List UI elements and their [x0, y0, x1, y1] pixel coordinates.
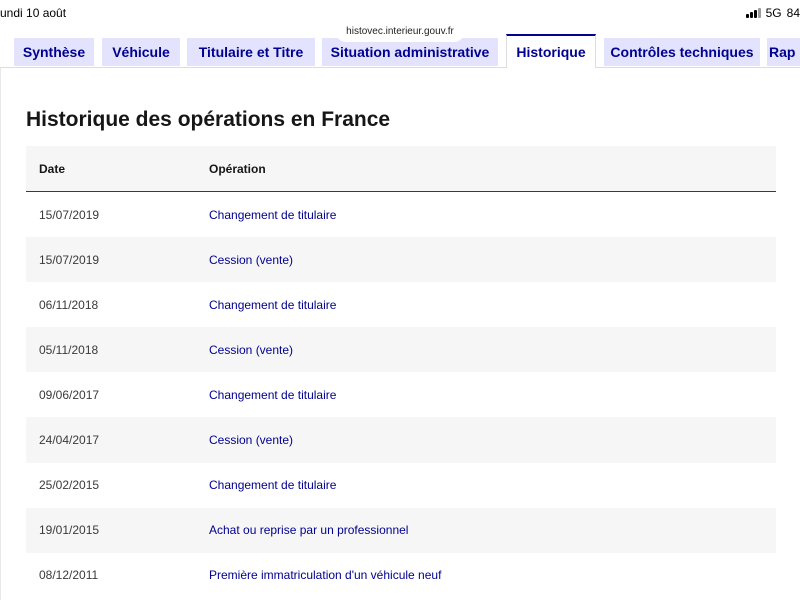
row-date: 19/01/2015: [39, 523, 100, 538]
row-operation-link[interactable]: Changement de titulaire: [209, 208, 776, 222]
status-indicators: 5G 84: [745, 6, 800, 20]
row-operation-link[interactable]: Cession (vente): [209, 253, 776, 267]
battery-level: 84: [786, 6, 800, 20]
row-operation-link[interactable]: Cession (vente): [209, 343, 776, 357]
row-operation-link[interactable]: Achat ou reprise par un professionnel: [209, 523, 776, 537]
tab-rapport[interactable]: Rap: [767, 38, 800, 66]
cellular-signal-icon: [745, 8, 761, 18]
row-operation-link[interactable]: Cession (vente): [209, 433, 776, 447]
tab-historique[interactable]: Historique: [506, 34, 596, 68]
row-operation-link[interactable]: Changement de titulaire: [209, 298, 776, 312]
table-row: 05/11/2018 Cession (vente): [26, 327, 776, 373]
row-date: 09/06/2017: [39, 387, 100, 402]
table-row: 15/07/2019 Cession (vente): [26, 237, 776, 283]
address-bar[interactable]: histovec.interieur.gouv.fr: [336, 22, 464, 42]
network-type: 5G: [765, 6, 782, 20]
row-operation-link[interactable]: Première immatriculation d'un véhicule n…: [209, 568, 776, 582]
table-row: 15/07/2019 Changement de titulaire: [26, 192, 776, 237]
row-date: 24/04/2017: [39, 433, 100, 448]
header-date: Date: [39, 161, 66, 176]
table-row: 08/12/2011 Première immatriculation d'un…: [26, 553, 776, 598]
table-body: 15/07/2019 Changement de titulaire 15/07…: [26, 192, 776, 598]
table-row: 25/02/2015 Changement de titulaire: [26, 463, 776, 508]
row-date: 06/11/2018: [39, 297, 99, 312]
row-date: 25/02/2015: [39, 478, 100, 493]
header-operation: Opération: [209, 161, 266, 176]
row-date: 05/11/2018: [39, 342, 99, 357]
tab-vehicule[interactable]: Véhicule: [102, 38, 180, 66]
row-date: 15/07/2019: [39, 207, 100, 222]
historique-panel: Historique des opérations en France Date…: [0, 67, 800, 600]
page: undi 10 août 5G 84 histovec.interieur.go…: [0, 0, 800, 600]
tab-controles-techniques[interactable]: Contrôles techniques: [604, 38, 760, 66]
table-header: Date Opération: [26, 146, 776, 192]
table-row: 24/04/2017 Cession (vente): [26, 417, 776, 463]
row-operation-link[interactable]: Changement de titulaire: [209, 478, 776, 492]
row-operation-link[interactable]: Changement de titulaire: [209, 388, 776, 402]
table-row: 09/06/2017 Changement de titulaire: [26, 372, 776, 417]
operations-table: Date Opération 15/07/2019 Changement de …: [26, 146, 776, 598]
section-title: Historique des opérations en France: [26, 108, 391, 131]
table-row: 19/01/2015 Achat ou reprise par un profe…: [26, 507, 776, 553]
row-date: 08/12/2011: [39, 568, 99, 583]
tab-situation-administrative[interactable]: Situation administrative: [322, 38, 498, 66]
tab-titulaire-et-titre[interactable]: Titulaire et Titre: [187, 38, 315, 66]
row-date: 15/07/2019: [39, 252, 100, 267]
table-row: 06/11/2018 Changement de titulaire: [26, 282, 776, 327]
tab-synthese[interactable]: Synthèse: [14, 38, 94, 66]
status-time: undi 10 août: [0, 6, 67, 20]
